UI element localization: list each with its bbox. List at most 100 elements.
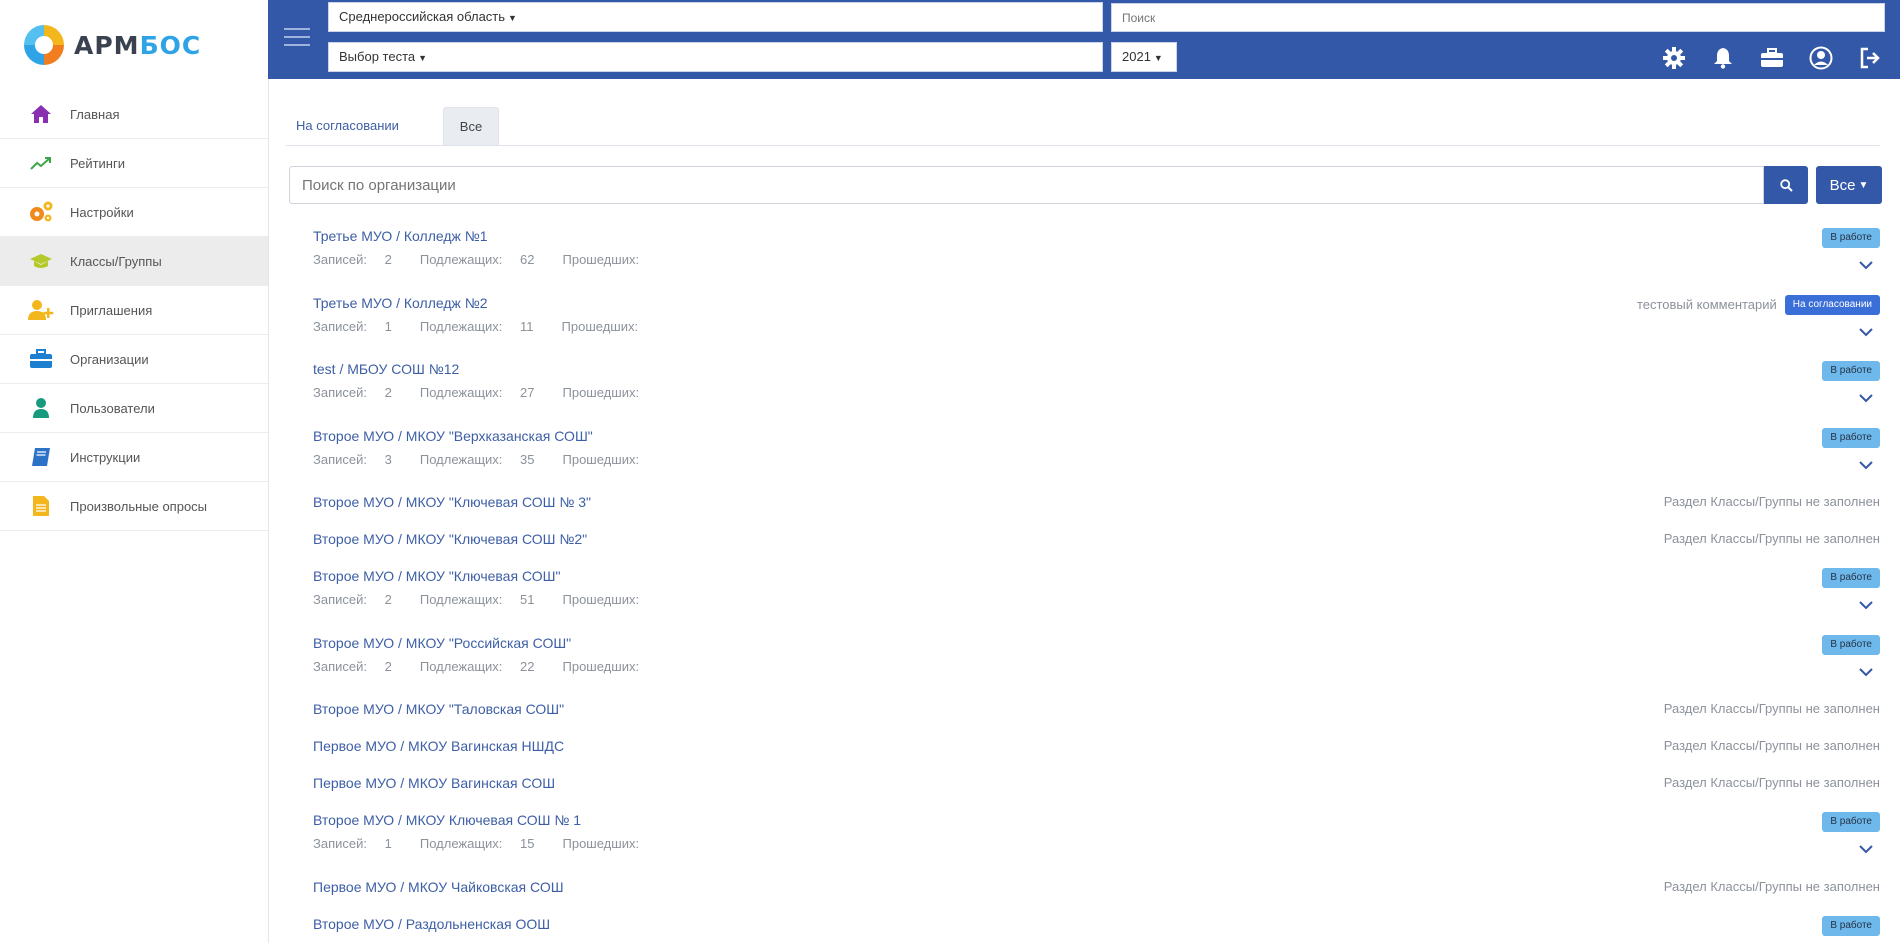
sidebar-item-organizations[interactable]: Организации [0,335,268,384]
sidebar-item-classes[interactable]: Классы/Группы [0,237,268,286]
briefcase-icon [28,346,54,372]
sidebar-item-label: Приглашения [70,302,153,318]
subject-label-text: Подлежащих: [419,836,503,851]
tab-all[interactable]: Все [443,107,499,145]
organization-link[interactable]: Первое МУО / МКОУ Вагинская СОШ [313,775,555,791]
sidebar-item-invitations[interactable]: Приглашения [0,286,268,335]
region-select[interactable]: Среднероссийская область ▼ [328,2,1103,32]
list-item: Второе МУО / МКОУ Ключевая СОШ № 1 Записе… [286,805,1880,872]
sidebar-item-label: Пользователи [70,400,155,416]
subject-label-text: Подлежащих: [419,318,503,334]
list-item: test / МБОУ СОШ №12 Записей: 2 Подлежащих:… [286,354,1880,421]
sidebar-item-instructions[interactable]: Инструкции [0,433,268,482]
records-label-text: Записей: [313,318,367,334]
sidebar-item-users[interactable]: Пользователи [0,384,268,433]
records-label: Записей: 2 [313,252,406,267]
subject-value: 35 [520,451,535,467]
status-badge: В работе [1822,568,1880,588]
sidebar-item-home[interactable]: Главная [0,90,268,139]
list-item: Второе МУО / МКОУ "Таловская СОШ" Раздел … [286,694,1880,731]
subject-value: 11 [520,318,534,334]
row-status: В работе [1822,427,1880,448]
empty-section-note: Раздел Классы/Группы не заполнен [1663,738,1880,753]
chevron-down-icon[interactable] [1858,666,1874,678]
status-badge: В работе [1822,915,1880,936]
chevron-down-icon[interactable] [1858,459,1874,471]
test-select[interactable]: Выбор теста ▼ [328,42,1103,72]
organization-link[interactable]: Второе МУО / МКОУ "Таловская СОШ" [313,701,564,717]
row-stats: Записей: 3 Подлежащих: 35 Прошедших: [313,452,653,467]
settings-gear-icon[interactable] [1649,46,1698,70]
row-stats: Записей: 2 Подлежащих: 22 Прошедших: [313,659,653,674]
document-icon [28,493,54,519]
organization-link[interactable]: Второе МУО / МКОУ "Ключевая СОШ №2" [313,531,587,547]
subject-value: 22 [520,658,535,674]
org-search-row: Все▼ [289,166,1882,204]
chevron-down-icon[interactable] [1858,326,1874,338]
row-stats: Записей: 2 Подлежащих: 62 Прошедших: [313,252,653,267]
search-icon [1779,178,1793,192]
records-value: 2 [384,252,392,267]
tabs: На согласовании Все [286,107,1880,146]
logo-text-part1: АРМ [74,30,140,60]
list-item: Первое МУО / МКОУ Вагинская СОШ Раздел Кл… [286,768,1880,805]
tab-pending-approval[interactable]: На согласовании [296,107,399,145]
empty-section-note: Раздел Классы/Группы не заполнен [1663,531,1880,546]
subject-label-text: Подлежащих: [419,385,503,400]
year-select[interactable]: 2021 ▼ [1111,42,1177,72]
caret-down-icon: ▼ [418,53,428,63]
subject-label: Подлежащих: 15 [420,836,549,851]
logo[interactable]: АРМБОС [0,0,268,90]
organization-link[interactable]: Третье МУО / Колледж №2 [313,295,488,311]
organization-link[interactable]: Первое МУО / МКОУ Чайковская СОШ [313,879,564,895]
caret-down-icon: ▼ [508,13,517,23]
organization-link[interactable]: Второе МУО / МКОУ "Ключевая СОШ" [313,568,560,584]
chevron-down-icon[interactable] [1858,843,1874,855]
row-status: Раздел Классы/Группы не заполнен [1664,701,1880,716]
org-search-input[interactable] [289,166,1764,204]
chevron-down-icon[interactable] [1858,259,1874,271]
records-label-text: Записей: [313,658,367,674]
status-filter-button[interactable]: Все ▼ [1816,166,1882,204]
subject-value: 62 [520,252,535,267]
chevron-down-icon[interactable] [1858,392,1874,404]
row-stats: Записей: 2 Подлежащих: 27 Прошедших: [313,385,653,400]
logout-icon[interactable] [1845,46,1894,70]
organization-list: Третье МУО / Колледж №1 Записей: 2 Подлежа… [286,221,1880,946]
chevron-down-icon[interactable] [1858,599,1874,611]
status-badge: В работе [1822,812,1880,832]
organization-link[interactable]: Второе МУО / МКОУ "Российская СОШ" [313,635,571,651]
organization-link[interactable]: Второе МУО / Раздольненская ООШ [313,916,550,932]
sidebar-item-label: Инструкции [70,449,141,465]
list-item: Третье МУО / Колледж №1 Записей: 2 Подлежа… [286,221,1880,288]
subject-label: Подлежащих: 11 [420,319,548,334]
organization-link[interactable]: Второе МУО / МКОУ "Ключевая СОШ № 3" [313,494,591,510]
account-circle-icon[interactable] [1796,46,1845,70]
status-filter-label: Все [1829,176,1856,194]
trend-icon [28,150,54,176]
organization-link[interactable]: Второе МУО / МКОУ Ключевая СОШ № 1 [313,812,581,828]
organization-link[interactable]: test / МБОУ СОШ №12 [313,361,459,377]
header-search-input[interactable] [1111,3,1885,32]
sidebar-item-surveys[interactable]: Произвольные опросы [0,482,268,531]
sidebar-item-settings[interactable]: Настройки [0,188,268,237]
organization-link[interactable]: Второе МУО / МКОУ "Верхказанская СОШ" [313,428,593,444]
row-status: Раздел Классы/Группы не заполнен [1664,494,1880,509]
sidebar-nav: Главная Рейтинги Настройки Классы/Группы [0,90,268,531]
sidebar-item-label: Настройки [70,204,134,220]
sidebar-item-label: Главная [70,106,120,122]
search-button[interactable] [1764,166,1808,204]
briefcase-icon[interactable] [1747,46,1796,70]
status-badge: В работе [1822,361,1880,381]
bell-icon[interactable] [1698,46,1747,70]
menu-toggle-icon[interactable] [284,28,310,48]
organization-link[interactable]: Третье МУО / Колледж №1 [313,228,488,244]
records-label: Записей: 1 [313,319,406,334]
logo-text: АРМБОС [74,31,201,60]
organization-link[interactable]: Первое МУО / МКОУ Вагинская НШДС [313,738,564,754]
records-label: Записей: 1 [313,836,406,851]
row-stats: Записей: 1 Подлежащих: 11 Прошедших: [313,319,652,334]
sidebar-item-ratings[interactable]: Рейтинги [0,139,268,188]
records-value: 1 [384,836,392,851]
subject-label-text: Подлежащих: [419,451,503,467]
